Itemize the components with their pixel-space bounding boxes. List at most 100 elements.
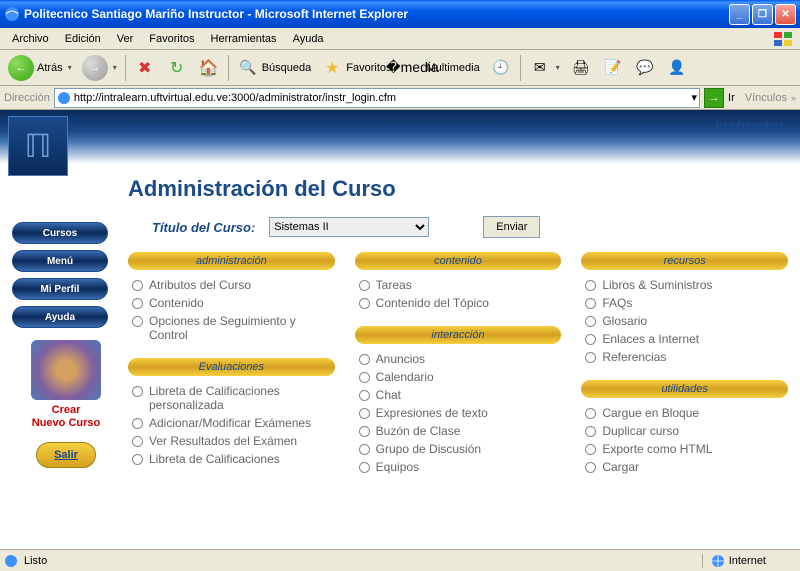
messenger-button[interactable]: 👤 xyxy=(662,54,692,82)
favorites-button[interactable]: ★Favoritos xyxy=(317,54,395,82)
link-item[interactable]: Duplicar curso xyxy=(581,422,788,440)
link-item[interactable]: FAQs xyxy=(581,294,788,312)
refresh-icon: ↻ xyxy=(166,57,188,79)
sidebar-menu[interactable]: Menú xyxy=(12,250,108,272)
link-item[interactable]: Opciones de Seguimiento y Control xyxy=(128,312,335,344)
role-label: Instructor xyxy=(714,118,784,135)
print-icon: 🖨 xyxy=(570,57,592,79)
search-label: Búsqueda xyxy=(262,62,312,74)
radio-icon xyxy=(585,426,596,437)
link-item[interactable]: Libros & Suministros xyxy=(581,276,788,294)
link-item[interactable]: Adicionar/Modificar Exámenes xyxy=(128,414,335,432)
section-header: utilidades xyxy=(581,380,788,398)
link-item[interactable]: Atributos del Curso xyxy=(128,276,335,294)
sidebar-ayuda[interactable]: Ayuda xyxy=(12,306,108,328)
radio-icon xyxy=(359,298,370,309)
go-label: Ir xyxy=(728,92,735,104)
url-input[interactable] xyxy=(74,92,689,104)
menu-edicion[interactable]: Edición xyxy=(57,31,109,47)
back-icon: ← xyxy=(8,55,34,81)
link-item[interactable]: Contenido xyxy=(128,294,335,312)
section-header: contenido xyxy=(355,252,562,270)
radio-icon xyxy=(359,280,370,291)
link-label: Opciones de Seguimiento y Control xyxy=(149,314,335,342)
menu-favoritos[interactable]: Favoritos xyxy=(141,31,202,47)
menu-ayuda[interactable]: Ayuda xyxy=(285,31,332,47)
forward-button[interactable]: → ▾ xyxy=(78,54,121,82)
page-title: Administración del Curso xyxy=(128,176,788,202)
link-label: Contenido xyxy=(149,296,204,310)
link-label: Anuncios xyxy=(376,352,425,366)
menu-ver[interactable]: Ver xyxy=(109,31,142,47)
refresh-button[interactable]: ↻ xyxy=(162,54,192,82)
link-item[interactable]: Enlaces a Internet xyxy=(581,330,788,348)
back-label: Atrás xyxy=(37,62,63,74)
star-icon: ★ xyxy=(321,57,343,79)
radio-icon xyxy=(585,352,596,363)
course-row: Título del Curso: Sistemas II Enviar xyxy=(128,216,788,238)
history-button[interactable]: 🕘 xyxy=(486,54,516,82)
link-item[interactable]: Equipos xyxy=(355,458,562,476)
link-label: Expresiones de texto xyxy=(376,406,488,420)
link-item[interactable]: Glosario xyxy=(581,312,788,330)
course-select[interactable]: Sistemas II xyxy=(269,217,429,237)
link-item[interactable]: Libreta de Calificaciones xyxy=(128,450,335,468)
favorites-label: Favoritos xyxy=(346,62,391,74)
back-button[interactable]: ← Atrás ▾ xyxy=(4,54,76,82)
link-label: Referencias xyxy=(602,350,666,364)
chevron-down-icon[interactable]: ▾ xyxy=(692,91,698,104)
send-button[interactable]: Enviar xyxy=(483,216,540,238)
link-label: Chat xyxy=(376,388,401,402)
link-label: FAQs xyxy=(602,296,632,310)
radio-icon xyxy=(585,444,596,455)
menu-archivo[interactable]: Archivo xyxy=(4,31,57,47)
close-button[interactable]: ✕ xyxy=(775,4,796,25)
link-item[interactable]: Expresiones de texto xyxy=(355,404,562,422)
link-item[interactable]: Tareas xyxy=(355,276,562,294)
create-course-link[interactable]: Crear Nuevo Curso xyxy=(12,404,120,430)
url-box[interactable]: ▾ xyxy=(54,88,700,108)
links-button[interactable]: Vínculos xyxy=(745,92,787,104)
home-button[interactable]: 🏠 xyxy=(194,54,224,82)
globe-icon xyxy=(711,554,725,568)
page-icon xyxy=(4,554,18,568)
radio-icon xyxy=(132,298,143,309)
link-item[interactable]: Referencias xyxy=(581,348,788,366)
discuss-button[interactable]: 💬 xyxy=(630,54,660,82)
radio-icon xyxy=(585,334,596,345)
stop-icon: ✖ xyxy=(134,57,156,79)
radio-icon xyxy=(359,444,370,455)
link-item[interactable]: Exporte como HTML xyxy=(581,440,788,458)
section-header: interacción xyxy=(355,326,562,344)
sidebar-cursos[interactable]: Cursos xyxy=(12,222,108,244)
link-item[interactable]: Contenido del Tópico xyxy=(355,294,562,312)
go-button[interactable]: → xyxy=(704,88,724,108)
menu-herramientas[interactable]: Herramientas xyxy=(203,31,285,47)
link-item[interactable]: Grupo de Discusión xyxy=(355,440,562,458)
search-button[interactable]: 🔍Búsqueda xyxy=(233,54,316,82)
toolbar: ← Atrás ▾ → ▾ ✖ ↻ 🏠 🔍Búsqueda ★Favoritos… xyxy=(0,50,800,86)
link-item[interactable]: Ver Resultados del Exámen xyxy=(128,432,335,450)
exit-button[interactable]: Salir xyxy=(36,442,96,468)
minimize-button[interactable]: _ xyxy=(729,4,750,25)
link-item[interactable]: Cargar xyxy=(581,458,788,476)
create-line1: Crear xyxy=(52,404,81,416)
link-item[interactable]: Chat xyxy=(355,386,562,404)
chevron-down-icon: ▾ xyxy=(68,63,72,72)
maximize-button[interactable]: ❐ xyxy=(752,4,773,25)
link-item[interactable]: Anuncios xyxy=(355,350,562,368)
chevron-right-icon: » xyxy=(791,93,796,103)
link-label: Libreta de Calificaciones xyxy=(149,452,280,466)
link-item[interactable]: Calendario xyxy=(355,368,562,386)
edit-button[interactable]: 📝 xyxy=(598,54,628,82)
multimedia-button[interactable]: �mediaMultimedia xyxy=(398,54,484,82)
sidebar-mi-perfil[interactable]: Mi Perfil xyxy=(12,278,108,300)
create-line2: Nuevo Curso xyxy=(32,417,100,429)
mail-button[interactable]: ✉▾ xyxy=(525,54,564,82)
link-item[interactable]: Libreta de Calificaciones personalizada xyxy=(128,382,335,414)
window-titlebar: Politecnico Santiago Mariño Instructor -… xyxy=(0,0,800,28)
stop-button[interactable]: ✖ xyxy=(130,54,160,82)
print-button[interactable]: 🖨 xyxy=(566,54,596,82)
link-item[interactable]: Cargue en Bloque xyxy=(581,404,788,422)
link-item[interactable]: Buzón de Clase xyxy=(355,422,562,440)
